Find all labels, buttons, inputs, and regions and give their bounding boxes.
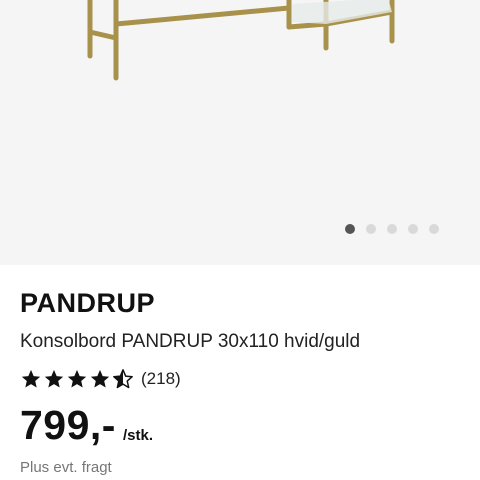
star-full-icon xyxy=(90,369,110,388)
product-image-gallery[interactable] xyxy=(0,0,480,265)
carousel-dot-2[interactable] xyxy=(366,224,376,234)
carousel-dot-4[interactable] xyxy=(408,224,418,234)
star-full-icon xyxy=(21,369,41,388)
review-count[interactable]: (218) xyxy=(141,369,181,389)
carousel-dot-1[interactable] xyxy=(345,224,355,234)
star-full-icon xyxy=(44,369,64,388)
product-rating[interactable]: (218) xyxy=(20,368,181,390)
star-full-icon xyxy=(67,369,87,388)
shipping-note: Plus evt. fragt xyxy=(20,459,112,476)
price-unit: /stk. xyxy=(123,427,154,444)
product-brand: PANDRUP xyxy=(20,288,156,318)
carousel-dot-5[interactable] xyxy=(429,224,439,234)
star-half-icon xyxy=(113,369,133,389)
carousel-dots xyxy=(345,224,439,234)
product-title: Konsolbord PANDRUP 30x110 hvid/guld xyxy=(20,331,361,352)
carousel-dot-3[interactable] xyxy=(387,224,397,234)
product-price: 799,- xyxy=(20,402,116,448)
